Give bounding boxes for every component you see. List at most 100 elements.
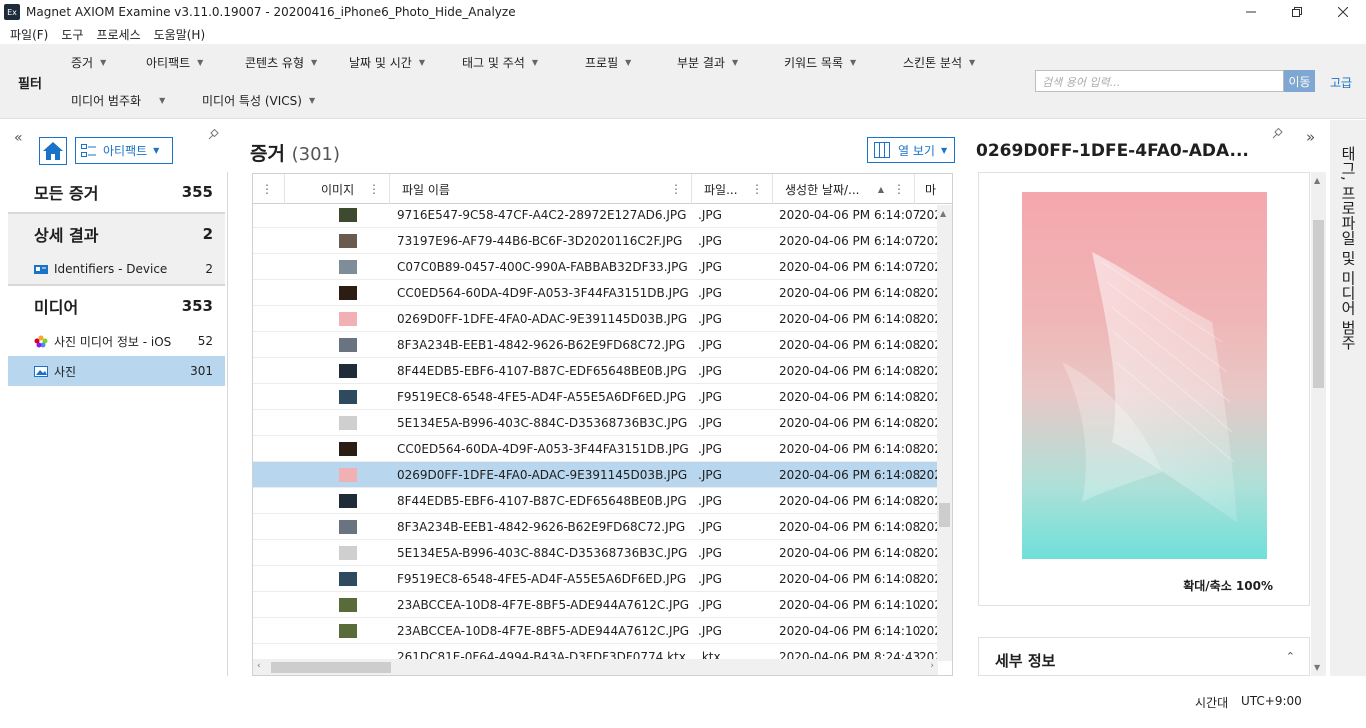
close-button[interactable] bbox=[1320, 0, 1366, 24]
title-bar: Ex Magnet AXIOM Examine v3.11.0.19007 - … bbox=[0, 0, 1366, 24]
nav-photos-media-info-ios[interactable]: 사진 미디어 정보 - iOS 52 bbox=[8, 326, 225, 356]
artifact-view-dropdown[interactable]: 아티팩트 ▼ bbox=[75, 137, 173, 164]
table-row[interactable]: F9519EC8-6548-4FE5-AD4F-A55E5A6DF6ED.JPG… bbox=[253, 566, 937, 592]
left-panel: « 아티팩트 ▼ 모든 증거 355 상세 결과 2 Identifiers -… bbox=[0, 120, 236, 676]
scroll-up-icon[interactable]: ▲ bbox=[1314, 176, 1320, 185]
column-menu-icon[interactable]: ⋮ bbox=[751, 182, 763, 196]
table-row[interactable]: 8F3A234B-EEB1-4842-9626-B62E9FD68C72.JPG… bbox=[253, 332, 937, 358]
filter-keyword-list[interactable]: 키워드 목록 ▼ bbox=[784, 54, 856, 71]
go-button[interactable]: 이동 bbox=[1284, 70, 1315, 92]
filter-date-time[interactable]: 날짜 및 시간 ▼ bbox=[349, 54, 425, 71]
filter-media-categorization[interactable]: 미디어 범주화 ▼ bbox=[71, 92, 165, 109]
table-row[interactable]: 9716E547-9C58-47CF-A4C2-28972E127AD6.JPG… bbox=[253, 205, 937, 228]
table-row[interactable]: F9519EC8-6548-4FE5-AD4F-A55E5A6DF6ED.JPG… bbox=[253, 384, 937, 410]
menu-file[interactable]: 파일(F) bbox=[10, 26, 48, 43]
grid-horizontal-scrollbar[interactable]: ‹ › bbox=[253, 659, 938, 675]
file-ext-cell: .JPG bbox=[698, 337, 722, 352]
scroll-up-icon[interactable]: ▲ bbox=[940, 209, 946, 218]
filter-content-type[interactable]: 콘텐츠 유형 ▼ bbox=[245, 54, 317, 71]
column-menu-icon[interactable]: ⋮ bbox=[893, 182, 905, 196]
image-thumbnail bbox=[339, 208, 357, 222]
restore-button[interactable] bbox=[1274, 0, 1320, 24]
scroll-right-icon[interactable]: › bbox=[930, 661, 934, 671]
modified-date-cell: 202 bbox=[919, 467, 937, 482]
col-header-created-date[interactable]: 생성한 날짜/... ▲ ⋮ bbox=[773, 174, 915, 204]
modified-date-cell: 202 bbox=[919, 441, 937, 456]
nav-media[interactable]: 미디어 353 bbox=[8, 286, 225, 326]
menu-help[interactable]: 도움말(H) bbox=[154, 26, 206, 43]
details-section[interactable]: 세부 정보 ⌃ bbox=[978, 637, 1310, 676]
col-header-select[interactable]: ⋮ bbox=[253, 174, 285, 204]
col-header-filename[interactable]: 파일 이름 ⋮ bbox=[390, 174, 692, 204]
chevron-down-icon: ▼ bbox=[197, 58, 204, 67]
filter-bar: 필터 증거 ▼ 아티팩트 ▼ 콘텐츠 유형 ▼ 날짜 및 시간 ▼ 태그 및 주석 ▼ 프… bbox=[0, 44, 1366, 119]
scroll-left-icon[interactable]: ‹ bbox=[257, 661, 261, 671]
table-row[interactable]: 23ABCCEA-10D8-4F7E-8BF5-ADE944A7612C.JPG… bbox=[253, 592, 937, 618]
timezone-value[interactable]: UTC+9:00 bbox=[1241, 694, 1302, 708]
id-card-icon bbox=[34, 264, 48, 274]
table-row[interactable]: 0269D0FF-1DFE-4FA0-ADAC-9E391145D03B.JPG… bbox=[253, 306, 937, 332]
menu-process[interactable]: 프로세스 bbox=[96, 26, 140, 43]
scroll-thumb[interactable] bbox=[271, 662, 391, 673]
filter-skin-tone[interactable]: 스킨톤 분석 ▼ bbox=[903, 54, 975, 71]
nav-label: 모든 증거 bbox=[34, 184, 99, 203]
column-menu-icon[interactable]: ⋮ bbox=[670, 182, 682, 196]
col-header-modified[interactable]: 마 bbox=[915, 174, 952, 204]
filename-cell: 23ABCCEA-10D8-4F7E-8BF5-ADE944A7612C.JPG bbox=[397, 623, 690, 638]
table-row[interactable]: CC0ED564-60DA-4D9F-A053-3F44FA3151DB.JPG… bbox=[253, 280, 937, 306]
table-row[interactable]: 8F44EDB5-EBF6-4107-B87C-EDF65648BE0B.JPG… bbox=[253, 358, 937, 384]
col-header-file-ext[interactable]: 파일... ⋮ bbox=[692, 174, 773, 204]
menu-tools[interactable]: 도구 bbox=[61, 26, 83, 43]
image-thumbnail bbox=[339, 546, 357, 560]
nav-all-evidence[interactable]: 모든 증거 355 bbox=[8, 172, 225, 212]
chevron-up-icon[interactable]: ⌃ bbox=[1286, 650, 1295, 663]
minimize-icon bbox=[1246, 11, 1256, 13]
search-input[interactable]: 검색 용어 입력... bbox=[1035, 70, 1284, 92]
filter-media-attributes[interactable]: 미디어 특성 (VICS) ▼ bbox=[202, 92, 315, 109]
file-ext-cell: .JPG bbox=[698, 519, 722, 534]
filter-artifact[interactable]: 아티팩트 ▼ bbox=[146, 54, 203, 71]
home-button[interactable] bbox=[39, 137, 67, 165]
column-menu-icon[interactable]: ⋮ bbox=[368, 182, 380, 196]
filter-tags-comments[interactable]: 태그 및 주석 ▼ bbox=[462, 54, 538, 71]
scroll-thumb[interactable] bbox=[939, 503, 950, 527]
table-row[interactable]: 23ABCCEA-10D8-4F7E-8BF5-ADE944A7612C.JPG… bbox=[253, 618, 937, 644]
created-date-cell: 2020-04-06 PM 6:14:08 bbox=[779, 337, 921, 352]
modified-date-cell: 202 bbox=[919, 311, 937, 326]
column-menu-icon[interactable]: ⋮ bbox=[261, 182, 273, 196]
expand-right-icon[interactable]: » bbox=[1306, 128, 1315, 146]
table-row[interactable]: 0269D0FF-1DFE-4FA0-ADAC-9E391145D03B.JPG… bbox=[253, 462, 937, 488]
table-row[interactable]: C07C0B89-0457-400C-990A-FABBAB32DF33.JPG… bbox=[253, 254, 937, 280]
image-thumbnail bbox=[339, 416, 357, 430]
table-row[interactable]: 8F3A234B-EEB1-4842-9626-B62E9FD68C72.JPG… bbox=[253, 514, 937, 540]
nav-refined-results[interactable]: 상세 결과 2 bbox=[8, 214, 225, 254]
col-header-image[interactable]: 이미지 ⋮ bbox=[285, 174, 390, 204]
created-date-cell: 2020-04-06 PM 6:14:08 bbox=[779, 571, 921, 586]
filter-profile[interactable]: 프로필 ▼ bbox=[585, 54, 631, 71]
column-view-button[interactable]: 열 보기 ▼ bbox=[867, 137, 955, 163]
advanced-link[interactable]: 고급 bbox=[1330, 74, 1352, 91]
created-date-cell: 2020-04-06 PM 6:14:07 bbox=[779, 259, 921, 274]
image-thumbnail bbox=[339, 468, 357, 482]
chevron-down-icon: ▼ bbox=[531, 58, 538, 67]
preview-scrollbar[interactable]: ▲ ▼ bbox=[1311, 172, 1326, 676]
nav-identifiers-device[interactable]: Identifiers - Device 2 bbox=[8, 254, 225, 284]
collapse-left-icon[interactable]: « bbox=[14, 130, 23, 146]
filter-evidence[interactable]: 증거 ▼ bbox=[71, 54, 106, 71]
nav-count: 353 bbox=[181, 297, 213, 315]
preview-image[interactable] bbox=[1022, 192, 1267, 559]
table-row[interactable]: 73197E96-AF79-44B6-BC6F-3D2020116C2F.JPG… bbox=[253, 228, 937, 254]
grid-vertical-scrollbar[interactable]: ▲ bbox=[937, 205, 952, 661]
table-row[interactable]: CC0ED564-60DA-4D9F-A053-3F44FA3151DB.JPG… bbox=[253, 436, 937, 462]
scroll-thumb[interactable] bbox=[1313, 220, 1324, 388]
table-row[interactable]: 8F44EDB5-EBF6-4107-B87C-EDF65648BE0B.JPG… bbox=[253, 488, 937, 514]
nav-pictures[interactable]: 사진 301 bbox=[8, 356, 225, 386]
tags-profiles-side-tab[interactable]: 태그, 프로파일 및 미디어 범주 bbox=[1330, 120, 1366, 676]
table-row[interactable]: 5E134E5A-B996-403C-884C-D35368736B3C.JPG… bbox=[253, 540, 937, 566]
scroll-down-icon[interactable]: ▼ bbox=[1314, 663, 1320, 672]
file-ext-cell: .JPG bbox=[698, 597, 722, 612]
filter-partial-results[interactable]: 부분 결과 ▼ bbox=[677, 54, 738, 71]
table-row[interactable]: 5E134E5A-B996-403C-884C-D35368736B3C.JPG… bbox=[253, 410, 937, 436]
pin-icon[interactable] bbox=[207, 128, 219, 144]
minimize-button[interactable] bbox=[1228, 0, 1274, 24]
